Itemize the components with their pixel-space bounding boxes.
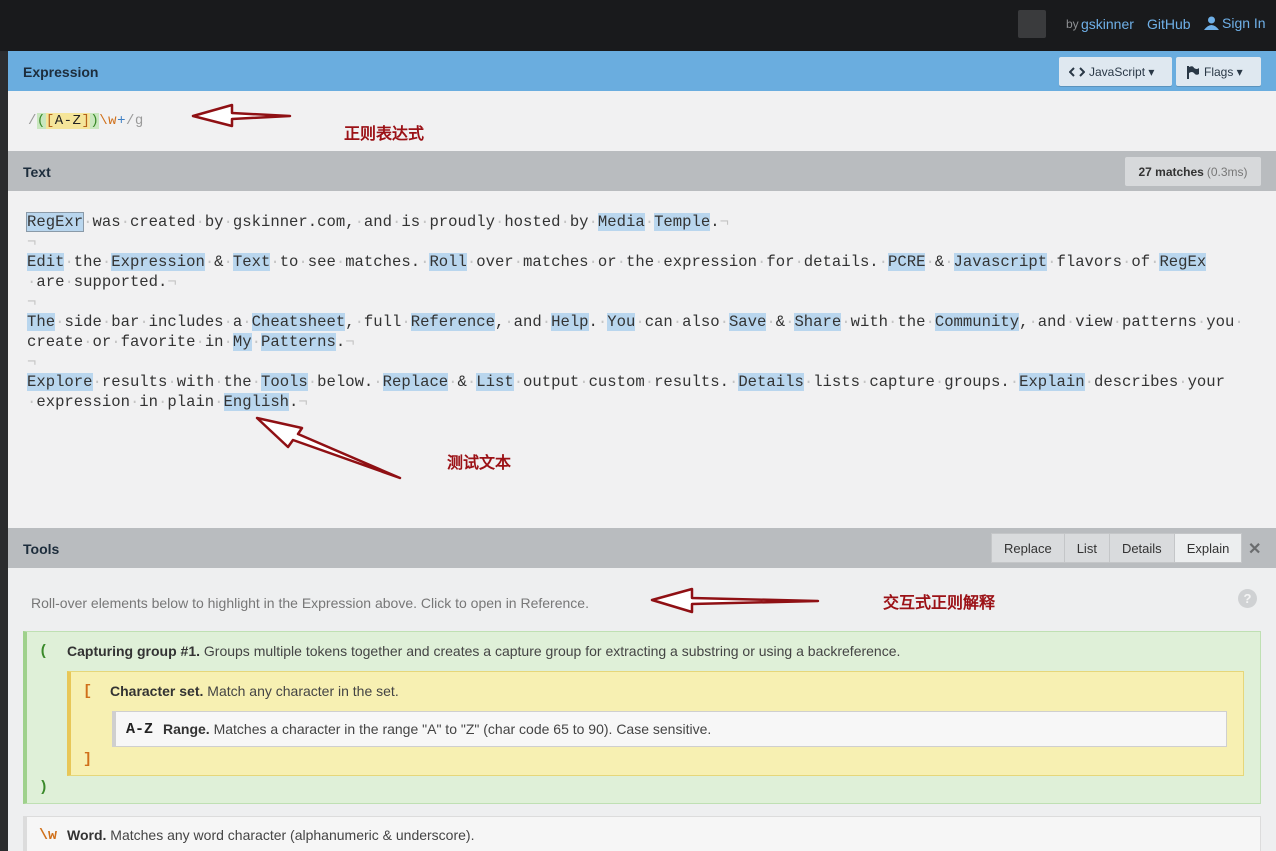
regex-word-escape: \w bbox=[99, 113, 118, 129]
tab-details[interactable]: Details bbox=[1109, 533, 1175, 563]
explain-hint: Roll-over elements below to highlight in… bbox=[31, 595, 589, 611]
group-close-token: ) bbox=[39, 779, 49, 796]
text-line: ·expression·in·plain·English.¬ bbox=[27, 393, 308, 411]
tab-list[interactable]: List bbox=[1064, 533, 1110, 563]
language-button[interactable]: JavaScript ▾ bbox=[1059, 57, 1172, 86]
text-line: Explore·results·with·the·Tools·below.·Re… bbox=[27, 373, 1225, 391]
flags-label: Flags ▾ bbox=[1204, 64, 1243, 79]
text-title: Text bbox=[23, 164, 51, 180]
range-text: Matches a character in the range "A" to … bbox=[213, 721, 712, 737]
sign-in-label: Sign In bbox=[1222, 15, 1266, 31]
matches-count: 27 matches bbox=[1138, 164, 1204, 179]
matches-badge: 27 matches (0.3ms) bbox=[1125, 157, 1261, 186]
set-description: Character set. Match any character in th… bbox=[110, 683, 399, 699]
tab-explain[interactable]: Explain bbox=[1174, 533, 1243, 563]
group-description: Capturing group #1. Groups multiple toke… bbox=[67, 643, 900, 659]
explain-word[interactable]: \w Word. Matches any word character (alp… bbox=[23, 816, 1261, 851]
range-token: A-Z bbox=[126, 721, 154, 738]
moon-icon bbox=[1027, 16, 1035, 32]
explain-annotation: 交互式正则解释 bbox=[883, 595, 996, 612]
tools-title: Tools bbox=[23, 541, 60, 557]
range-description: Range. Matches a character in the range … bbox=[163, 721, 711, 737]
left-sidebar-edge bbox=[0, 51, 8, 851]
language-label: JavaScript ▾ bbox=[1089, 64, 1155, 79]
set-text: Match any character in the set. bbox=[207, 683, 399, 699]
test-text-editor[interactable]: RegExr·was·created·by·gskinner.com,·and·… bbox=[8, 191, 1276, 528]
regex-open-slash: / bbox=[28, 113, 37, 129]
set-open-token: [ bbox=[83, 683, 93, 700]
expression-header: Expression JavaScript ▾ Flags ▾ bbox=[8, 51, 1276, 91]
flags-button[interactable]: Flags ▾ bbox=[1176, 57, 1261, 86]
regex-range: A-Z bbox=[54, 113, 82, 129]
text-line: ¬ bbox=[27, 353, 37, 371]
group-name: Capturing group #1. bbox=[67, 643, 200, 659]
close-icon[interactable]: ✕ bbox=[1248, 539, 1261, 559]
github-link[interactable]: GitHub bbox=[1147, 16, 1191, 32]
regex-group-open: ( bbox=[36, 113, 46, 129]
regex-set-close: ] bbox=[81, 113, 91, 129]
range-name: Range. bbox=[163, 721, 210, 737]
by-label: by bbox=[1066, 17, 1079, 31]
word-name: Word. bbox=[67, 827, 107, 843]
matches-time: (0.3ms) bbox=[1206, 164, 1248, 179]
word-text: Matches any word character (alphanumeric… bbox=[110, 827, 475, 843]
help-icon[interactable]: ? bbox=[1238, 589, 1257, 608]
group-open-token: ( bbox=[39, 643, 49, 660]
text-line: RegExr·was·created·by·gskinner.com,·and·… bbox=[25, 212, 729, 232]
text-header: Text 27 matches (0.3ms) bbox=[8, 151, 1276, 191]
main-panel: Expression JavaScript ▾ Flags ▾ /([A-Z])… bbox=[8, 51, 1276, 851]
flag-icon bbox=[1187, 65, 1199, 79]
text-line: ·are·supported.¬ bbox=[27, 273, 177, 291]
regex-set-open: [ bbox=[45, 113, 55, 129]
tools-tabs: Replace List Details Explain bbox=[991, 533, 1243, 563]
text-annotation: 测试文本 bbox=[447, 455, 512, 472]
user-icon bbox=[1204, 16, 1219, 30]
set-close-token: ] bbox=[83, 751, 93, 768]
regex-quantifier: + bbox=[117, 113, 126, 129]
expression-editor[interactable]: /([A-Z])\w+/g bbox=[8, 91, 1276, 151]
text-line: ¬ bbox=[27, 293, 37, 311]
sign-in-link[interactable]: Sign In bbox=[1204, 15, 1266, 31]
word-description: Word. Matches any word character (alphan… bbox=[67, 827, 474, 843]
text-line: The·side·bar·includes·a·Cheatsheet,·full… bbox=[27, 313, 1244, 331]
set-name: Character set. bbox=[110, 683, 204, 699]
code-icon bbox=[1069, 66, 1085, 77]
regex-flag: g bbox=[134, 113, 144, 129]
theme-toggle-button[interactable] bbox=[1018, 10, 1046, 38]
explain-range[interactable]: A-Z Range. Matches a character in the ra… bbox=[112, 711, 1227, 747]
tools-header: Tools Replace List Details Explain ✕ bbox=[8, 528, 1276, 568]
text-line: ¬ bbox=[27, 233, 37, 251]
explain-panel: Roll-over elements below to highlight in… bbox=[8, 568, 1276, 851]
expression-annotation: 正则表达式 bbox=[344, 126, 425, 143]
tab-replace[interactable]: Replace bbox=[991, 533, 1065, 563]
text-line: create·or·favorite·in·My·Patterns.¬ bbox=[27, 333, 355, 351]
top-bar: by gskinner GitHub Sign In bbox=[0, 0, 1276, 51]
expression-title: Expression bbox=[23, 64, 99, 80]
word-token: \w bbox=[39, 827, 58, 844]
group-text: Groups multiple tokens together and crea… bbox=[203, 643, 901, 659]
regex-close-slash: / bbox=[125, 113, 135, 129]
regex-expression[interactable]: /([A-Z])\w+/g bbox=[28, 113, 144, 129]
author-link[interactable]: gskinner bbox=[1081, 16, 1134, 32]
text-line: Edit·the·Expression·&·Text·to·see·matche… bbox=[27, 253, 1207, 271]
regex-group-close: ) bbox=[90, 113, 100, 129]
